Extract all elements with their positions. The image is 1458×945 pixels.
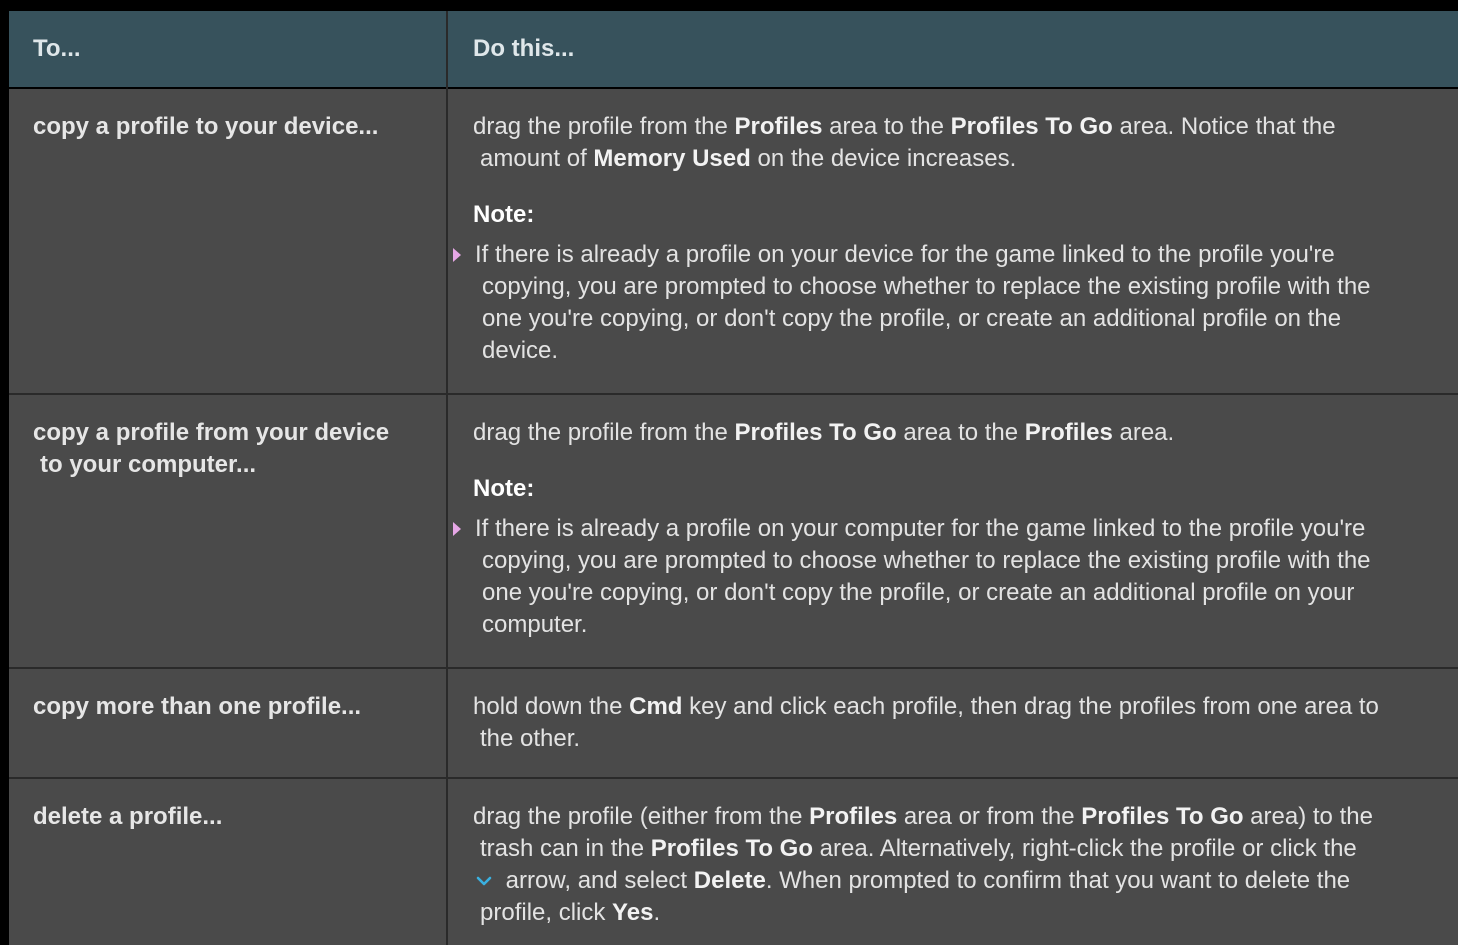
- note-text: copying, you are prompted to choose whet…: [482, 273, 1371, 300]
- table-row: delete a profile... drag the profile (ei…: [9, 779, 1458, 945]
- task-cell: copy a profile from your device to your …: [33, 417, 428, 481]
- note-text: device.: [482, 337, 559, 364]
- profiles-table: To... Do this... copy a profile to your …: [9, 11, 1458, 945]
- ui-term: Profiles To Go: [734, 419, 897, 446]
- text: area) to the: [1243, 803, 1373, 830]
- note-bullet: If there is already a profile on your de…: [453, 239, 1458, 367]
- note-label: Note:: [473, 475, 535, 502]
- note-label: Note:: [473, 201, 535, 228]
- column-divider: [446, 11, 448, 945]
- text: trash can in the: [480, 835, 651, 862]
- task-cell: copy a profile to your device...: [33, 113, 379, 140]
- task-text: to your computer...: [40, 451, 257, 478]
- task-cell: copy more than one profile...: [33, 693, 362, 720]
- ui-term: Profiles: [1024, 419, 1113, 446]
- note-text: one you're copying, or don't copy the pr…: [482, 305, 1342, 332]
- text: area. Alternatively, right-click the pro…: [813, 835, 1357, 862]
- text: area. Notice that the: [1112, 113, 1336, 140]
- text: on the device increases.: [750, 145, 1017, 172]
- text: the other.: [480, 725, 581, 752]
- bullet-arrow-icon: [453, 522, 461, 536]
- text: amount of: [480, 145, 594, 172]
- ui-term: Memory Used: [593, 145, 751, 172]
- ui-term: Profiles: [734, 113, 823, 140]
- task-cell: delete a profile...: [33, 803, 223, 830]
- ui-term: Cmd: [629, 693, 683, 720]
- table-row: copy more than one profile... hold down …: [9, 669, 1458, 777]
- action-cell: drag the profile from the Profiles To Go…: [453, 417, 1458, 641]
- text: area.: [1112, 419, 1175, 446]
- text: drag the profile from the: [473, 113, 735, 140]
- bullet-arrow-icon: [453, 248, 461, 262]
- text: key and click each profile, then drag th…: [682, 693, 1379, 720]
- text: area to the: [896, 419, 1025, 446]
- table-row: copy a profile from your device to your …: [9, 395, 1458, 667]
- text: area or from the: [897, 803, 1082, 830]
- chevron-down-icon[interactable]: [475, 872, 493, 890]
- header-col-do-this: Do this...: [473, 35, 575, 62]
- table-header: To... Do this...: [9, 11, 1458, 87]
- ui-term: Profiles To Go: [950, 113, 1113, 140]
- text: area to the: [822, 113, 951, 140]
- note-bullet: If there is already a profile on your co…: [453, 513, 1458, 641]
- text: drag the profile from the: [473, 419, 735, 446]
- text: arrow, and select: [499, 867, 694, 894]
- text: hold down the: [473, 693, 630, 720]
- text: . When prompted to confirm that you want…: [765, 867, 1351, 894]
- ui-term: Profiles To Go: [1081, 803, 1244, 830]
- table-row: copy a profile to your device... drag th…: [9, 89, 1458, 393]
- text: drag the profile (either from the: [473, 803, 810, 830]
- action-cell: drag the profile from the Profiles area …: [453, 111, 1458, 367]
- task-text: copy a profile from your device: [33, 419, 390, 446]
- note-text: If there is already a profile on your de…: [475, 241, 1335, 268]
- note-text: computer.: [482, 611, 588, 638]
- note-text: If there is already a profile on your co…: [475, 515, 1366, 542]
- text: profile, click: [480, 899, 613, 926]
- ui-term: Yes: [612, 899, 654, 926]
- ui-term: Profiles To Go: [650, 835, 813, 862]
- note-text: one you're copying, or don't copy the pr…: [482, 579, 1355, 606]
- ui-term: Delete: [693, 867, 766, 894]
- action-cell: hold down the Cmd key and click each pro…: [473, 691, 1458, 755]
- action-cell: drag the profile (either from the Profil…: [473, 801, 1458, 929]
- note-text: copying, you are prompted to choose whet…: [482, 547, 1371, 574]
- text: .: [653, 899, 661, 926]
- header-col-to: To...: [33, 35, 81, 62]
- ui-term: Profiles: [809, 803, 898, 830]
